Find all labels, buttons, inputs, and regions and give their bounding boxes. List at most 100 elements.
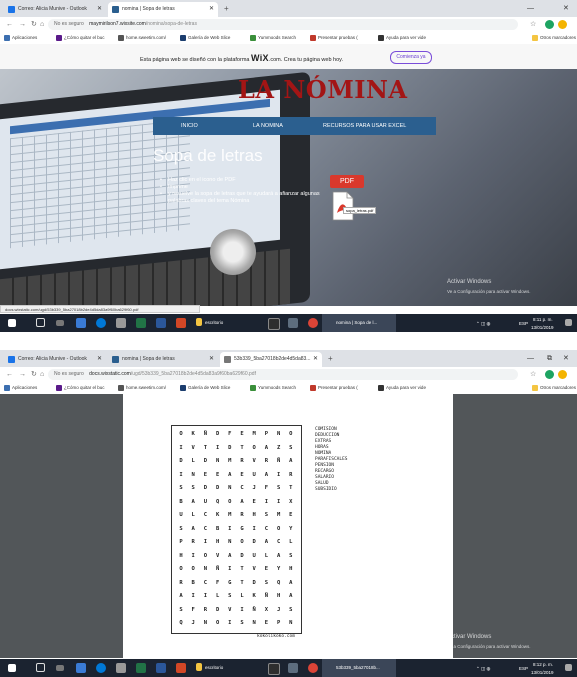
search-icon[interactable] xyxy=(36,663,45,672)
start-now-button[interactable]: Comienza ya xyxy=(390,51,432,64)
excel-icon[interactable] xyxy=(136,318,146,328)
close-icon[interactable]: ✕ xyxy=(97,2,102,17)
pdf-download[interactable]: PDF sopa_letras.pdf xyxy=(330,175,377,221)
forward-icon[interactable]: → xyxy=(19,17,26,32)
star-icon[interactable]: ☆ xyxy=(530,367,536,382)
grid-cell: E xyxy=(240,431,244,437)
bookmark-item[interactable]: Ayuda para ver vide xyxy=(378,382,426,394)
bookmark-item[interactable]: Ayuda para ver vide xyxy=(378,32,426,44)
grid-cell: M xyxy=(252,431,256,437)
bookmark-item[interactable]: Aplicaciones xyxy=(4,32,37,44)
notification-icon[interactable] xyxy=(565,319,572,326)
back-icon[interactable]: ← xyxy=(6,367,13,382)
word-icon[interactable] xyxy=(156,318,166,328)
bookmark-item[interactable]: Galería de Web Slice xyxy=(180,32,230,44)
pdf-filename[interactable]: sopa_letras.pdf xyxy=(343,207,377,214)
edge-icon[interactable] xyxy=(96,663,106,673)
other-bookmarks[interactable]: Otros marcadores xyxy=(532,32,576,44)
grid-cell: P xyxy=(179,539,183,545)
star-icon[interactable]: ☆ xyxy=(530,17,536,32)
app-icon[interactable] xyxy=(288,663,298,673)
forward-icon[interactable]: → xyxy=(19,367,26,382)
app-icon[interactable] xyxy=(76,663,86,673)
chrome-icon[interactable] xyxy=(308,663,318,673)
home-icon[interactable]: ⌂ xyxy=(40,17,44,32)
new-tab-button[interactable]: + xyxy=(328,352,333,365)
word-icon[interactable] xyxy=(156,663,166,673)
chrome-icon[interactable] xyxy=(308,318,318,328)
taskbar-app-chrome[interactable]: 53b339_5ba27018b... xyxy=(322,659,396,677)
minimize-button[interactable]: — xyxy=(527,350,534,367)
taskbar-app-escritorio[interactable]: escritorio xyxy=(196,314,223,332)
profile-icon[interactable] xyxy=(558,370,567,379)
taskbar-app-chrome[interactable]: nomina | Sopa de l... xyxy=(322,314,396,332)
task-view-icon[interactable] xyxy=(56,320,64,326)
tray-icons[interactable]: ⌃ ◫ ◍ xyxy=(476,319,490,328)
security-indicator[interactable]: No es seguro xyxy=(54,371,84,377)
language-indicator[interactable]: ESP xyxy=(519,664,528,673)
taskbar-app-escritorio[interactable]: escritorio xyxy=(196,659,223,677)
bookmark-item[interactable]: home.sweetim.com/ xyxy=(118,32,166,44)
app-icon[interactable] xyxy=(288,318,298,328)
other-bookmarks[interactable]: Otros marcadores xyxy=(532,382,576,394)
powerpoint-icon[interactable] xyxy=(176,318,186,328)
close-icon[interactable]: ✕ xyxy=(313,352,318,367)
tab-pdf[interactable]: 53b339_5ba27018b2de4d5da83... ✕ xyxy=(220,352,322,367)
bookmark-item[interactable]: Aplicaciones xyxy=(4,382,37,394)
powerpoint-icon[interactable] xyxy=(176,663,186,673)
task-view-icon[interactable] xyxy=(56,665,64,671)
home-icon[interactable]: ⌂ xyxy=(40,367,44,382)
pdf-file-icon[interactable] xyxy=(332,191,354,221)
bookmark-item[interactable]: ¿Cómo quitar el buc xyxy=(56,382,105,394)
edge-icon[interactable] xyxy=(96,318,106,328)
profile-icon[interactable] xyxy=(558,20,567,29)
app-icon[interactable] xyxy=(76,318,86,328)
close-window-button[interactable]: ✕ xyxy=(563,0,569,17)
app-icon[interactable] xyxy=(268,318,280,330)
windows-start-icon[interactable] xyxy=(8,319,16,327)
pdf-viewer[interactable]: OKÑDFEMPNOIVTIDTOAZSDLDNMRVRÑAINEEAEUAIR… xyxy=(0,394,577,658)
menu-item-la-nomina[interactable]: LA NOMINA xyxy=(253,117,283,135)
menu-item-inicio[interactable]: INICIO xyxy=(181,117,198,135)
tab-outlook[interactable]: Correo: Alicia Munive - Outlook ✕ xyxy=(4,2,106,17)
new-tab-button[interactable]: + xyxy=(224,2,229,15)
back-icon[interactable]: ← xyxy=(6,17,13,32)
pdf-badge[interactable]: PDF xyxy=(330,175,364,188)
close-icon[interactable]: ✕ xyxy=(209,352,214,367)
calculator-icon[interactable] xyxy=(116,663,126,673)
windows-start-icon[interactable] xyxy=(8,664,16,672)
extension-icon[interactable] xyxy=(545,20,554,29)
bookmark-item[interactable]: Presentar pruebas ( xyxy=(310,382,358,394)
reload-icon[interactable]: ↻ xyxy=(31,367,37,382)
app-icon[interactable] xyxy=(268,663,280,675)
search-icon[interactable] xyxy=(36,318,45,327)
close-window-button[interactable]: ✕ xyxy=(563,350,569,367)
close-icon[interactable]: ✕ xyxy=(209,2,214,17)
bookmark-item[interactable]: home.sweetim.com/ xyxy=(118,382,166,394)
tab-nomina[interactable]: nomina | Sopa de letras ✕ xyxy=(108,352,218,367)
bookmark-item[interactable]: Yummoods Search xyxy=(250,382,296,394)
clock-date[interactable]: 13/01/2019 xyxy=(531,668,554,677)
minimize-button[interactable]: — xyxy=(527,0,534,17)
bookmark-item[interactable]: Presentar pruebas ( xyxy=(310,32,358,44)
menu-item-recursos[interactable]: RECURSOS PARA USAR EXCEL xyxy=(323,117,406,135)
security-indicator[interactable]: No es seguro xyxy=(54,21,84,27)
bookmark-item[interactable]: ¿Cómo quitar el buc xyxy=(56,32,105,44)
tab-nomina[interactable]: nomina | Sopa de letras ✕ xyxy=(108,2,218,17)
address-bar[interactable]: No es seguro docs.wixstatic.com/ugd/53b3… xyxy=(48,369,518,380)
extension-icon[interactable] xyxy=(545,370,554,379)
clock-date[interactable]: 13/01/2019 xyxy=(531,323,554,332)
restore-button[interactable]: ⧉ xyxy=(547,350,552,367)
tray-icons[interactable]: ⌃ ◫ ◍ xyxy=(476,664,490,673)
reload-icon[interactable]: ↻ xyxy=(31,17,37,32)
excel-icon[interactable] xyxy=(136,663,146,673)
bookmark-item[interactable]: Galería de Web Slice xyxy=(180,382,230,394)
address-bar[interactable]: No es seguro maymirilson7.wixsite.com/no… xyxy=(48,19,518,30)
tab-outlook[interactable]: Correo: Alicia Munive - Outlook ✕ xyxy=(4,352,106,367)
notification-icon[interactable] xyxy=(565,664,572,671)
calculator-icon[interactable] xyxy=(116,318,126,328)
grid-cell: Ñ xyxy=(276,458,281,464)
close-icon[interactable]: ✕ xyxy=(97,352,102,367)
language-indicator[interactable]: ESP xyxy=(519,319,528,328)
bookmark-item[interactable]: Yummoods Search xyxy=(250,32,296,44)
